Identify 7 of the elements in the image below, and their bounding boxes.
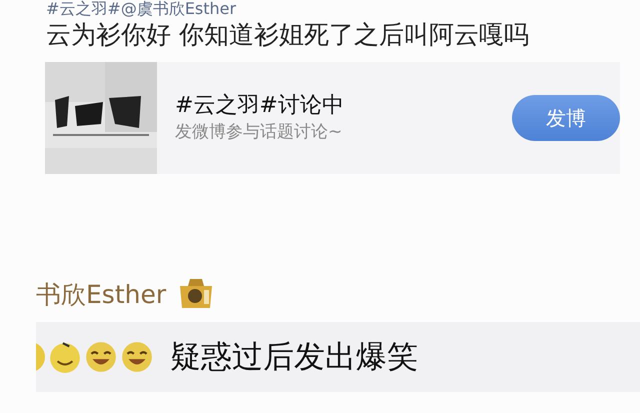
- reply-text: 疑惑过后发出爆笑: [170, 338, 418, 377]
- topic-card[interactable]: #云之羽#讨论中 发微博参与话题讨论~ 发博: [45, 62, 620, 174]
- post-tags: #云之羽#@虞书欣Esther: [46, 0, 640, 18]
- topic-subtitle: 发微博参与话题讨论~: [175, 121, 344, 144]
- author-name[interactable]: 书欣Esther: [36, 278, 166, 310]
- topic-title[interactable]: #云之羽#讨论中: [175, 92, 512, 120]
- post-text: 云为衫你好 你知道衫姐死了之后叫阿云嘎吗: [46, 19, 530, 51]
